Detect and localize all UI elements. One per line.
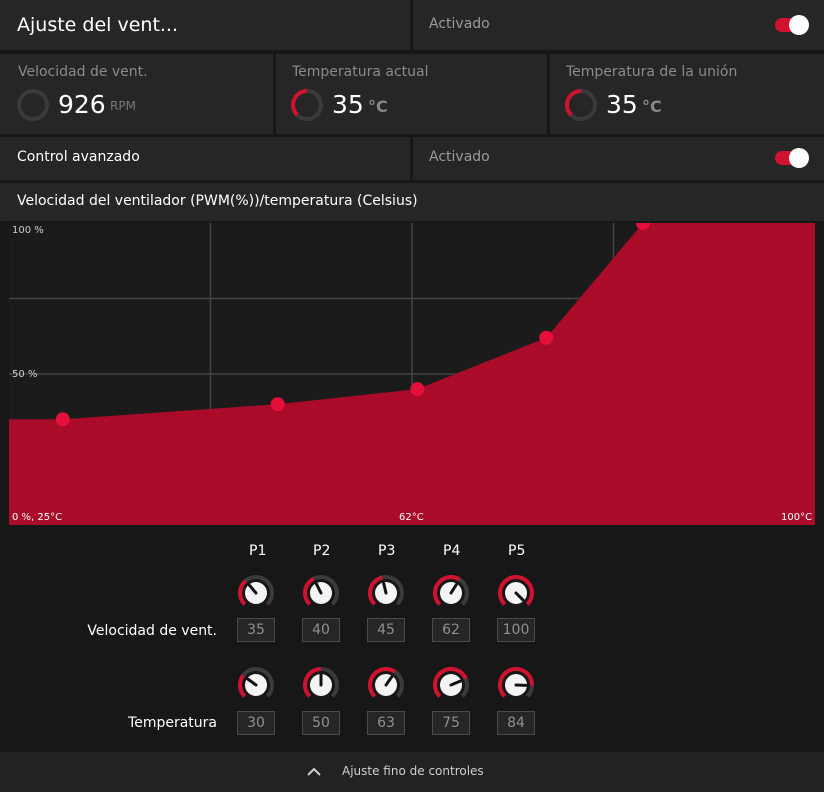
origin-label: 0 %, 25°C [12, 512, 63, 523]
advanced-control-toggle[interactable] [775, 148, 809, 168]
knob-fill [238, 579, 248, 606]
stat-unit: RPM [110, 99, 136, 113]
fine-tune-label: Ajuste fino de controles [342, 764, 484, 778]
chevron-up-icon [307, 767, 321, 776]
speed-row-label: Velocidad de vent. [87, 623, 217, 639]
x-max-label: 100°C [781, 512, 813, 523]
point-label: P2 [313, 543, 331, 559]
stat-fan-speed: Velocidad de vent. 926 RPM [0, 54, 273, 134]
curve-title: Velocidad del ventilador (PWM(%))/temper… [17, 193, 418, 209]
curve-title-panel: Velocidad del ventilador (PWM(%))/temper… [0, 183, 824, 221]
toggle-knob [789, 148, 809, 168]
stat-label: Temperatura actual [292, 64, 429, 80]
speed-knob-p5[interactable] [496, 573, 536, 613]
page-title: Ajuste del vent... [17, 14, 179, 36]
stat-value: 35 [332, 90, 364, 119]
speed-input-p3[interactable]: 45 [367, 618, 405, 642]
junction-gauge-icon [565, 89, 597, 121]
curve-point-p4[interactable] [539, 330, 554, 345]
temp-knob-p1[interactable] [236, 665, 276, 705]
knob-fill [238, 674, 247, 698]
curve-point-p3[interactable] [410, 382, 425, 397]
stat-value: 926 [58, 90, 106, 119]
point-label: P3 [378, 543, 396, 559]
temp-input-p5[interactable]: 84 [497, 711, 535, 735]
point-label: P5 [508, 543, 526, 559]
point-label: P4 [443, 543, 461, 559]
stat-junction-temp: Temperatura de la unión 35 °C [550, 54, 824, 134]
y-mid-label: 50 % [12, 369, 38, 380]
speed-knob-p4[interactable] [431, 573, 471, 613]
stat-unit: °C [368, 97, 388, 116]
fan-curve-svg[interactable] [9, 223, 815, 525]
speed-knob-p2[interactable] [301, 573, 341, 613]
temp-input-p2[interactable]: 50 [302, 711, 340, 735]
speed-input-p5[interactable]: 100 [497, 618, 535, 642]
advanced-status-panel: Activado [413, 137, 824, 180]
header-status-panel: Activado [413, 0, 824, 50]
y-top-label: 100 % [12, 225, 44, 236]
header-status: Activado [429, 16, 490, 32]
stat-unit: °C [642, 97, 662, 116]
temp-row-label: Temperatura [128, 715, 217, 731]
speed-input-p1[interactable]: 35 [237, 618, 275, 642]
speed-input-p2[interactable]: 40 [302, 618, 340, 642]
temp-input-p1[interactable]: 30 [237, 711, 275, 735]
speed-knob-p1[interactable] [236, 573, 276, 613]
stat-value: 35 [606, 90, 638, 119]
fan-speed-gauge-icon [17, 89, 49, 121]
curve-point-p1[interactable] [55, 412, 70, 427]
temp-input-p3[interactable]: 63 [367, 711, 405, 735]
toggle-knob [789, 15, 809, 35]
advanced-label: Control avanzado [17, 149, 140, 165]
speed-knob-p3[interactable] [366, 573, 406, 613]
fine-tune-footer[interactable]: Ajuste fino de controles [0, 752, 824, 792]
temp-knob-p2[interactable] [301, 665, 341, 705]
stat-current-temp: Temperatura actual 35 °C [276, 54, 547, 134]
point-label: P1 [249, 543, 267, 559]
stat-label: Velocidad de vent. [18, 64, 148, 80]
stat-label: Temperatura de la unión [566, 64, 738, 80]
temp-knob-p3[interactable] [366, 665, 406, 705]
advanced-panel: Control avanzado [0, 137, 410, 180]
temp-input-p4[interactable]: 75 [432, 711, 470, 735]
header-panel: Ajuste del vent... [0, 0, 410, 50]
curve-point-p2[interactable] [270, 397, 285, 412]
speed-input-p4[interactable]: 62 [432, 618, 470, 642]
x-mid-label: 62°C [399, 512, 424, 523]
temp-knob-p4[interactable] [431, 665, 471, 705]
temp-gauge-icon [291, 89, 323, 121]
advanced-status: Activado [429, 149, 490, 165]
fan-curve-chart[interactable]: 100 % 50 % 0 %, 25°C 62°C 100°C [9, 223, 815, 525]
fan-tuning-toggle[interactable] [775, 15, 809, 35]
temp-knob-p5[interactable] [496, 665, 536, 705]
